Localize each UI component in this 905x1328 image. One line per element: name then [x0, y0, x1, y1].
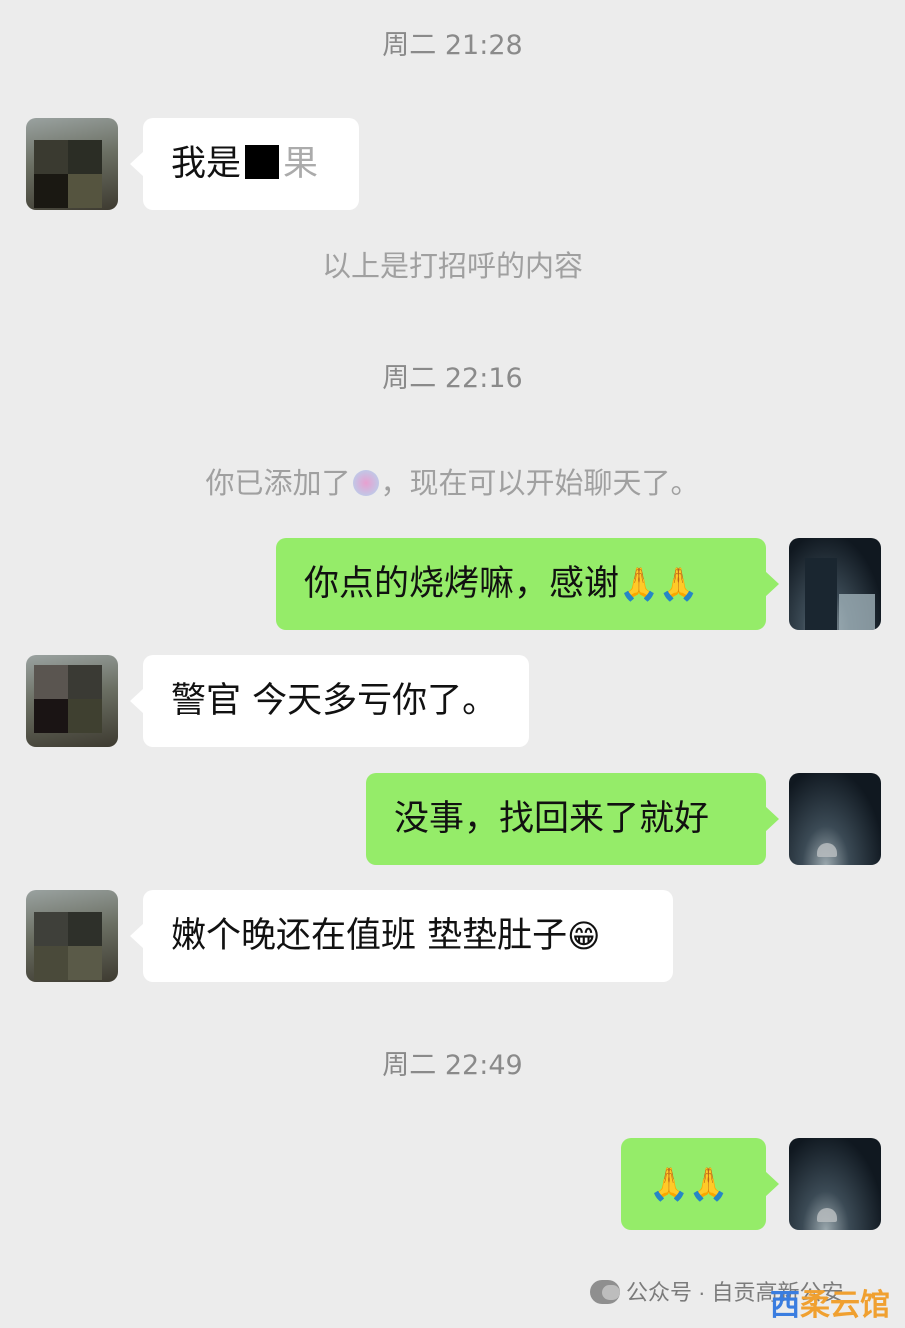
- message-bubble-received[interactable]: 我是 果: [130, 118, 359, 210]
- brand-logo: 西柔云馆: [770, 1288, 890, 1324]
- message-bubble-sent[interactable]: 🙏🙏: [621, 1138, 779, 1230]
- system-notice: 你已添加了 ，现在可以开始聊天了。: [0, 463, 905, 503]
- wechat-official-account-icon: [590, 1280, 620, 1304]
- message-text: 你点的烧烤嘛，感谢: [304, 564, 620, 604]
- pray-emoji-icon: 🙏🙏: [649, 1165, 729, 1203]
- my-avatar[interactable]: [789, 773, 881, 865]
- my-avatar[interactable]: [789, 538, 881, 630]
- contact-avatar[interactable]: [26, 655, 118, 747]
- message-bubble-received[interactable]: 嫩个晚还在值班 垫垫肚子😁: [130, 890, 673, 982]
- grin-emoji-icon: 😁: [567, 917, 601, 955]
- brand-text-a: 西: [770, 1288, 800, 1323]
- contact-avatar[interactable]: [26, 118, 118, 210]
- contact-avatar[interactable]: [26, 890, 118, 982]
- message-text: 没事，找回来了就好: [394, 799, 710, 839]
- message-text: 我是: [171, 144, 242, 184]
- timestamp: 周二 21:28: [382, 30, 523, 61]
- my-avatar[interactable]: [789, 1138, 881, 1230]
- timestamp: 周二 22:49: [382, 1050, 523, 1081]
- system-notice-suffix: ，现在可以开始聊天了。: [380, 466, 700, 500]
- message-text: 果: [283, 144, 319, 184]
- pray-emoji-icon: 🙏🙏: [619, 565, 699, 603]
- brand-text-b: 柔云馆: [800, 1288, 890, 1323]
- message-bubble-sent[interactable]: 没事，找回来了就好: [366, 773, 779, 865]
- message-text: 警官 今天多亏你了。: [171, 681, 498, 721]
- message-bubble-received[interactable]: 警官 今天多亏你了。: [130, 655, 529, 747]
- message-text: 嫩个晚还在值班 垫垫肚子: [171, 916, 568, 956]
- contact-mini-avatar-icon: [352, 470, 379, 496]
- system-notice: 以上是打招呼的内容: [321, 249, 583, 283]
- system-notice-prefix: 你已添加了: [205, 466, 351, 500]
- timestamp: 周二 22:16: [382, 363, 523, 394]
- message-bubble-sent[interactable]: 你点的烧烤嘛，感谢🙏🙏: [276, 538, 779, 630]
- redaction-mark: [245, 145, 280, 179]
